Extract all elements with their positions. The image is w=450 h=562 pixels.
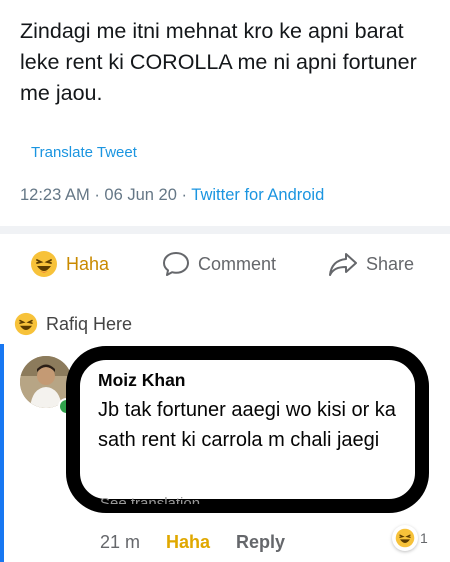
haha-emoji-icon: [392, 525, 418, 551]
tweet-meta: 12:23 AM · 06 Jun 20 · Twitter for Andro…: [20, 186, 324, 205]
comment-icon: [163, 252, 189, 276]
comment-content: Moiz Khan Jb tak fortuner aaegi wo kisi …: [98, 370, 418, 455]
comment-haha-button[interactable]: Haha: [166, 532, 210, 553]
comment-reaction-count[interactable]: 1: [392, 524, 428, 552]
section-divider: [0, 226, 450, 234]
reaction-count-value: 1: [420, 530, 428, 546]
thread-line: [0, 344, 4, 562]
reaction-summary[interactable]: Rafiq Here: [14, 312, 132, 336]
meta-separator: ·: [181, 186, 187, 204]
share-label: Share: [366, 253, 415, 274]
tweet-date: 06 Jun 20: [104, 186, 177, 204]
tweet-text: Zindagi me itni mehnat kro ke apni barat…: [20, 19, 417, 105]
tweet-time: 12:23 AM: [20, 186, 90, 204]
comment-label: Comment: [198, 253, 277, 274]
translate-tweet-link[interactable]: Translate Tweet: [31, 144, 137, 161]
comment-time: 21 m: [100, 531, 141, 552]
haha-button[interactable]: Haha: [30, 244, 109, 284]
share-icon: [329, 253, 357, 276]
haha-emoji-icon: [31, 251, 57, 277]
tweet-card: Zindagi me itni mehnat kro ke apni barat…: [0, 0, 450, 226]
comment-actions: 21 m Haha Reply: [100, 530, 285, 554]
post-actions-bar: Haha Comment Share: [0, 244, 450, 284]
share-button[interactable]: Share: [328, 244, 414, 284]
tweet-source-link[interactable]: Twitter for Android: [191, 186, 324, 204]
reactor-name: Rafiq Here: [46, 313, 133, 334]
haha-emoji-icon: [14, 312, 38, 336]
see-translation-link[interactable]: See translation: [100, 494, 200, 504]
comment-reply-button[interactable]: Reply: [236, 532, 285, 553]
comment-text: Jb tak fortuner aaegi wo kisi or ka sath…: [98, 399, 396, 451]
meta-separator: ·: [94, 186, 100, 204]
comment-button[interactable]: Comment: [162, 244, 276, 284]
haha-label: Haha: [66, 253, 110, 274]
comment-author[interactable]: Moiz Khan: [98, 370, 418, 391]
